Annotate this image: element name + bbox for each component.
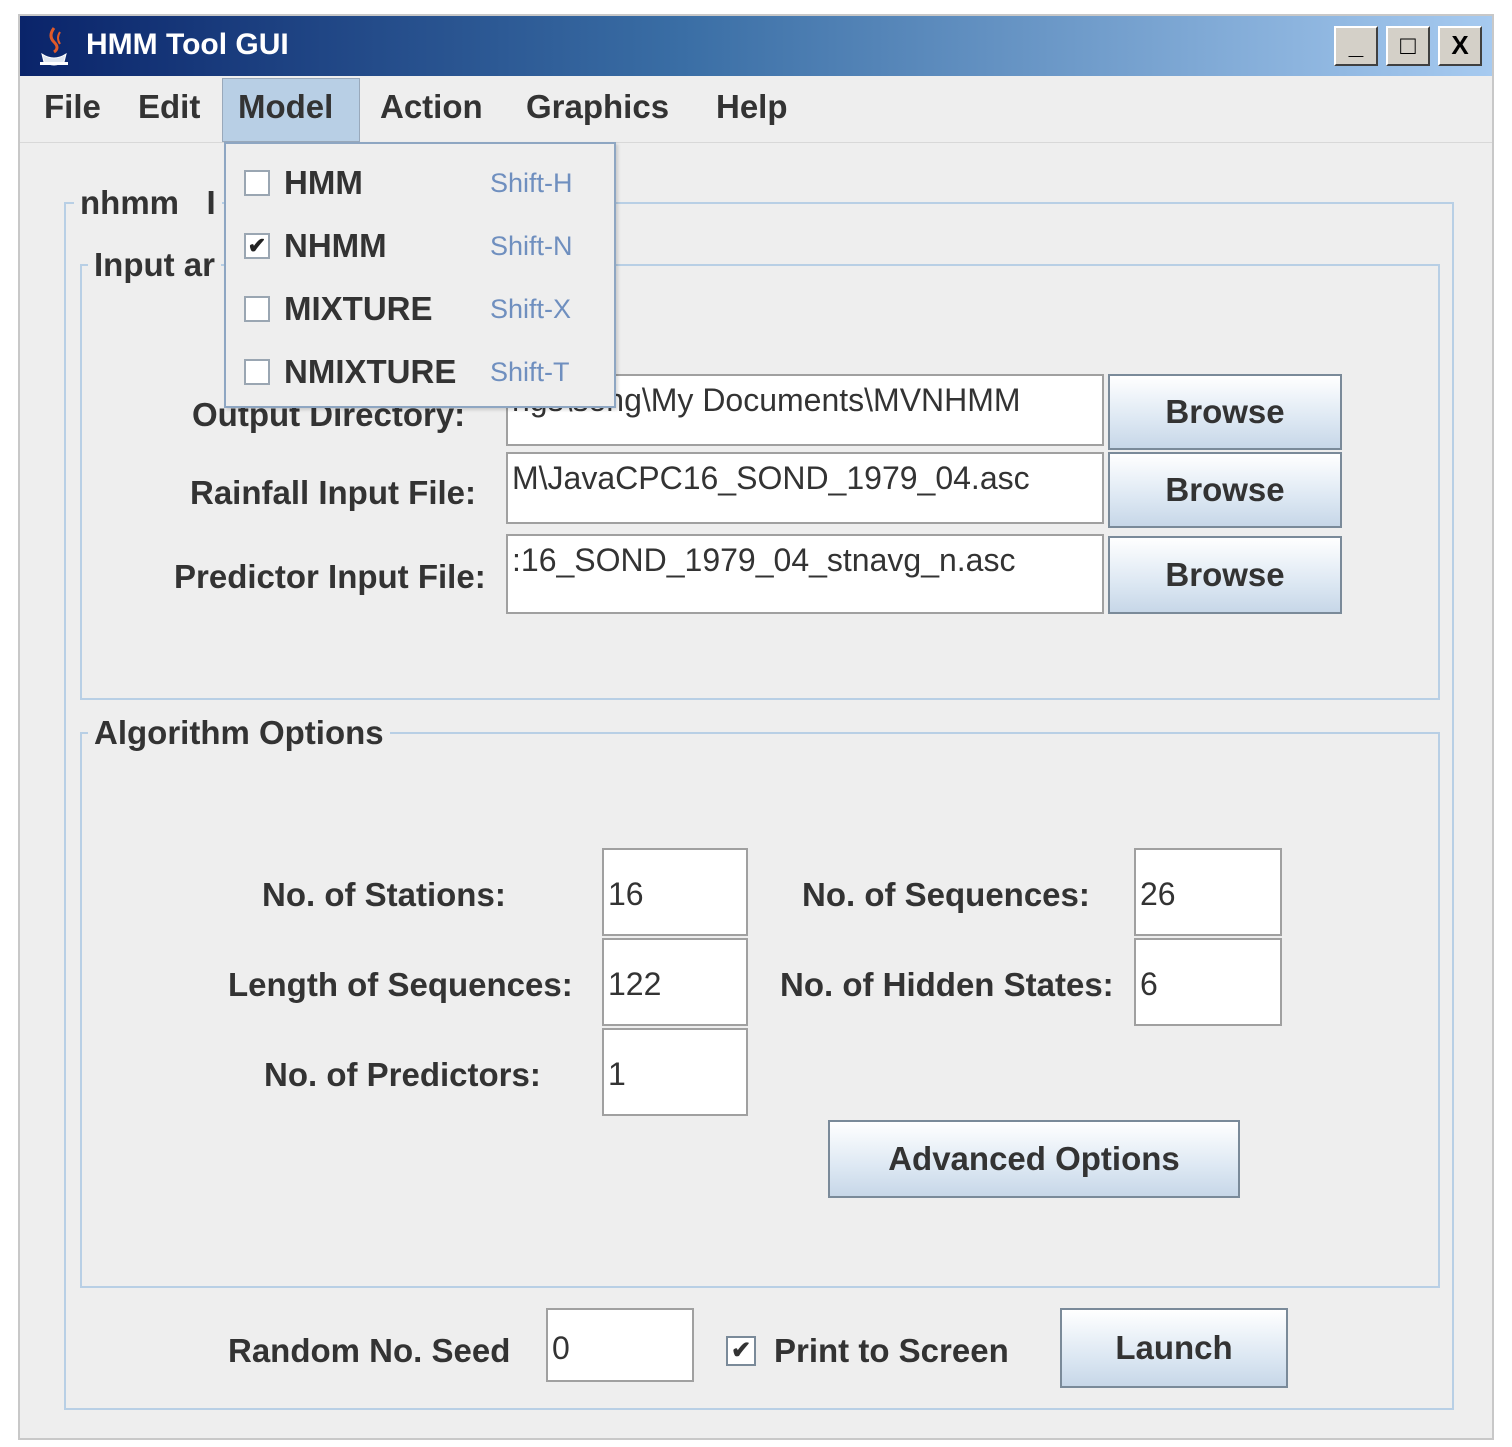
stations-field[interactable]: 16 [602,848,748,936]
checkbox-icon [244,170,270,196]
predictor-browse-button[interactable]: Browse [1108,536,1342,614]
hidden-states-field[interactable]: 6 [1134,938,1282,1026]
random-seed-field[interactable]: 0 [546,1308,694,1382]
sequence-length-field[interactable]: 122 [602,938,748,1026]
menu-option-label: NHMM [284,227,387,264]
menu-edit[interactable]: Edit [138,88,200,126]
menu-option-nmixture[interactable]: NMIXTURE Shift-T [226,341,614,403]
java-cup-icon [34,24,74,68]
rainfall-browse-button[interactable]: Browse [1108,452,1342,528]
algorithm-group-title: Algorithm Options [88,714,390,752]
print-to-screen-checkbox[interactable]: ✔ [726,1336,756,1366]
panel-title: nhmm I [74,184,222,222]
menu-option-label: NMIXTURE [284,353,457,390]
close-icon: X [1451,30,1469,60]
print-to-screen-label: Print to Screen [774,1332,1009,1369]
output-browse-button[interactable]: Browse [1108,374,1342,450]
predictors-label: No. of Predictors: [264,1056,541,1093]
maximize-button[interactable]: □ [1386,26,1430,66]
menu-option-mixture[interactable]: MIXTURE Shift-X [226,278,614,340]
checkmark-icon: ✔ [730,1337,752,1364]
sequence-length-label: Length of Sequences: [228,966,573,1003]
menu-option-shortcut: Shift-T [490,357,570,387]
model-menu-dropdown: HMM Shift-H ✔ NHMM Shift-N MIXTURE Shift… [224,142,616,408]
menu-option-label: HMM [284,164,363,201]
random-seed-label: Random No. Seed [228,1332,511,1369]
menu-option-shortcut: Shift-H [490,168,573,198]
menu-option-shortcut: Shift-X [490,294,572,324]
sequences-field[interactable]: 26 [1134,848,1282,936]
sequences-label: No. of Sequences: [802,876,1090,913]
menu-option-nhmm[interactable]: ✔ NHMM Shift-N [226,215,614,277]
predictors-field[interactable]: 1 [602,1028,748,1116]
menu-help[interactable]: Help [716,88,788,126]
maximize-icon: □ [1400,30,1416,60]
minimize-button[interactable]: _ [1334,26,1378,66]
menu-option-shortcut: Shift-N [490,231,573,261]
hidden-states-label: No. of Hidden States: [780,966,1114,1003]
advanced-options-button[interactable]: Advanced Options [828,1120,1240,1198]
menu-action[interactable]: Action [380,88,483,126]
checked-checkbox-icon: ✔ [244,233,270,259]
menu-graphics[interactable]: Graphics [526,88,669,126]
rainfall-input-label: Rainfall Input File: [190,474,476,511]
stations-label: No. of Stations: [262,876,506,913]
menu-file[interactable]: File [44,88,101,126]
minimize-icon: _ [1348,30,1364,60]
menu-option-hmm[interactable]: HMM Shift-H [226,152,614,214]
close-button[interactable]: X [1438,26,1482,66]
menu-option-label: MIXTURE [284,290,433,327]
input-group-title: Input ar [88,246,221,284]
window-title: HMM Tool GUI [86,28,289,61]
predictor-input-label: Predictor Input File: [174,558,486,595]
checkbox-icon [244,359,270,385]
rainfall-input-field[interactable]: M\JavaCPC16_SOND_1979_04.asc [506,452,1104,524]
checkbox-icon [244,296,270,322]
menu-model[interactable]: Model [238,88,333,126]
launch-button[interactable]: Launch [1060,1308,1288,1388]
predictor-input-field[interactable]: :16_SOND_1979_04_stnavg_n.asc [506,534,1104,614]
